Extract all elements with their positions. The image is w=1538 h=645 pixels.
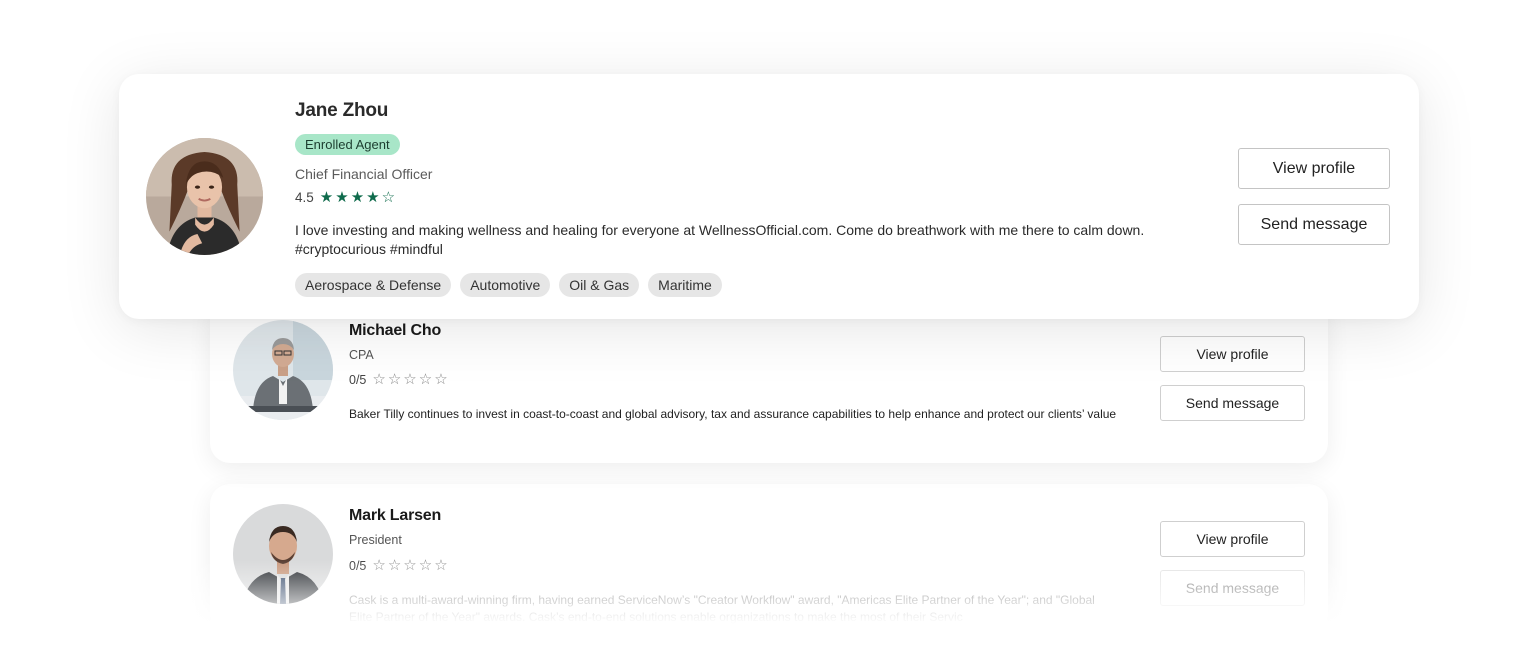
view-profile-button[interactable]: View profile <box>1238 148 1390 189</box>
stage: Mark Larsen President 0/5 ☆ ☆ ☆ ☆ ☆ Cask… <box>0 0 1538 645</box>
rating-value: 4.5 <box>295 190 314 205</box>
profile-name: Mark Larsen <box>349 507 442 524</box>
star-filled-icon: ★ <box>366 189 380 206</box>
rating-value: 0/5 <box>349 372 367 387</box>
view-profile-button[interactable]: View profile <box>1160 336 1305 372</box>
profile-name: Jane Zhou <box>295 100 389 121</box>
rating: 0/5 ☆ ☆ ☆ ☆ ☆ <box>349 372 448 387</box>
send-message-button[interactable]: Send message <box>1160 385 1305 421</box>
avatar <box>233 504 333 604</box>
tag: Aerospace & Defense <box>295 273 452 297</box>
status-badge: Enrolled Agent <box>295 134 400 155</box>
star-rating: ★ ★ ★ ★ ☆ <box>320 190 395 205</box>
star-empty-icon: ☆ <box>434 557 448 574</box>
profile-card-jane-zhou: Jane Zhou Enrolled Agent Chief Financial… <box>119 74 1419 319</box>
rating-value: 0/5 <box>349 558 367 573</box>
rating: 0/5 ☆ ☆ ☆ ☆ ☆ <box>349 558 448 573</box>
profile-name: Michael Cho <box>349 322 442 339</box>
avatar <box>233 320 333 420</box>
star-empty-icon: ☆ <box>418 371 433 388</box>
star-filled-icon: ★ <box>335 189 349 206</box>
star-filled-icon: ★ <box>319 189 334 206</box>
star-rating: ☆ ☆ ☆ ☆ ☆ <box>372 558 447 573</box>
tag: Oil & Gas <box>559 273 640 297</box>
tag: Automotive <box>460 273 551 297</box>
profile-card-michael-cho: Michael Cho CPA 0/5 ☆ ☆ ☆ ☆ ☆ Baker Till… <box>210 298 1328 463</box>
tag: Maritime <box>648 273 722 297</box>
profile-bio: Cask is a multi-award-winning firm, havi… <box>349 593 1095 624</box>
star-empty-icon: ☆ <box>372 557 386 574</box>
avatar <box>146 138 263 255</box>
send-message-button[interactable]: Send message <box>1160 570 1305 606</box>
profile-title: CPA <box>349 348 374 362</box>
star-rating: ☆ ☆ ☆ ☆ ☆ <box>372 372 447 387</box>
star-empty-icon: ☆ <box>403 557 417 574</box>
profile-title: President <box>349 533 402 547</box>
star-empty-icon: ☆ <box>387 371 402 388</box>
rating: 4.5 ★ ★ ★ ★ ☆ <box>295 190 395 205</box>
send-message-button[interactable]: Send message <box>1238 204 1390 245</box>
star-empty-icon: ☆ <box>434 371 448 388</box>
star-empty-icon: ☆ <box>387 557 402 574</box>
star-empty-icon: ☆ <box>372 371 386 388</box>
profile-title: Chief Financial Officer <box>295 166 433 182</box>
star-empty-icon: ☆ <box>418 557 433 574</box>
star-filled-icon: ★ <box>350 189 365 206</box>
star-empty-icon: ☆ <box>403 371 417 388</box>
profile-card-mark-larsen: Mark Larsen President 0/5 ☆ ☆ ☆ ☆ ☆ Cask… <box>210 484 1328 634</box>
industry-tags: Aerospace & Defense Automotive Oil & Gas… <box>295 273 722 297</box>
profile-bio: Baker Tilly continues to invest in coast… <box>349 407 1117 421</box>
view-profile-button[interactable]: View profile <box>1160 521 1305 557</box>
star-empty-icon: ☆ <box>381 189 396 206</box>
profile-bio: I love investing and making wellness and… <box>295 222 1145 257</box>
